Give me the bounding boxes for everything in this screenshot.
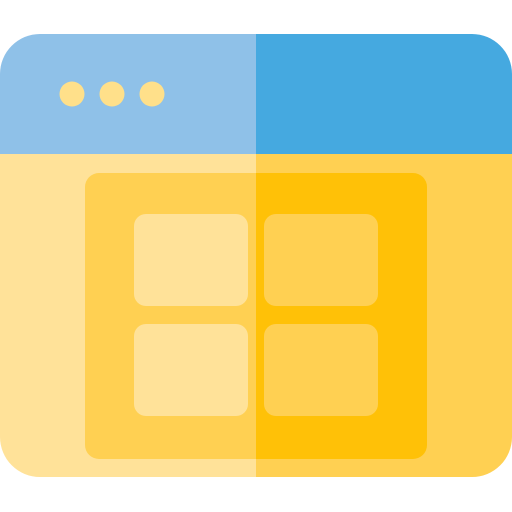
window-dot-3 [139, 81, 165, 107]
titlebar-left-half [0, 34, 256, 154]
window-control-dots [59, 81, 165, 107]
grid-tile-r1-c1 [134, 214, 248, 306]
content-panel [85, 173, 427, 459]
titlebar-right-half [256, 34, 512, 154]
grid-tile-r1-c2 [264, 214, 378, 306]
icon-canvas [0, 0, 512, 512]
grid-tile-r2-c1 [134, 324, 248, 416]
window-dot-2 [99, 81, 125, 107]
browser-window-grid-icon [0, 34, 512, 477]
window-dot-1 [59, 81, 85, 107]
grid-tile-r2-c2 [264, 324, 378, 416]
